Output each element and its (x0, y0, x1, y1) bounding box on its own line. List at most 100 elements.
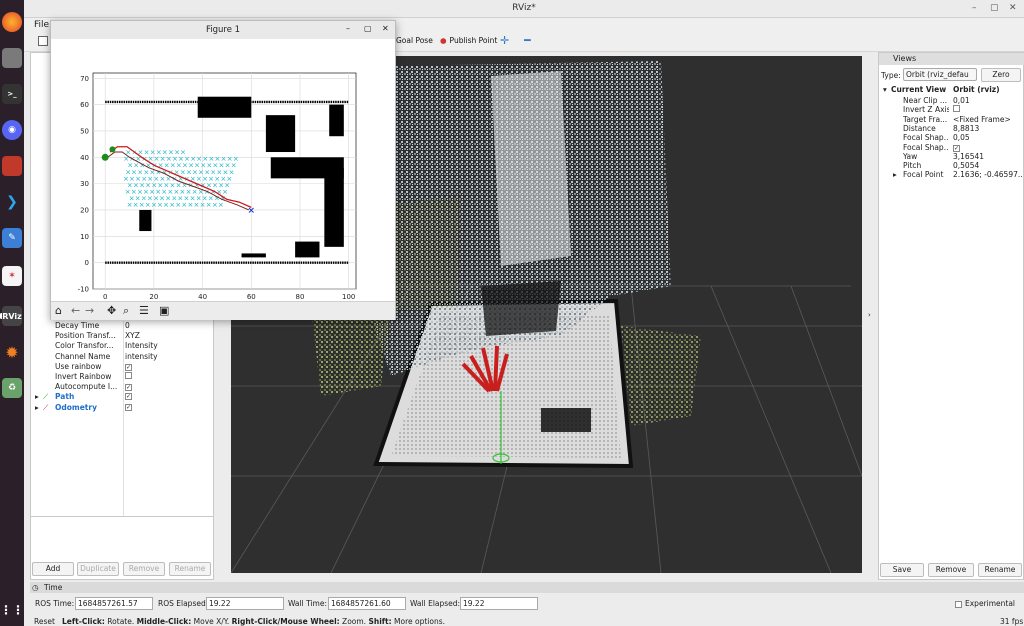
interact-tool-icon[interactable] (38, 36, 48, 46)
property-checkbox[interactable]: ✓ (125, 363, 132, 371)
explored-node: × (168, 149, 174, 157)
save-view-button[interactable]: Save (880, 563, 924, 577)
view-property-row[interactable]: Focal Shap... 0,05 (879, 133, 1024, 142)
wall-elapsed-field[interactable]: 19.22 (460, 597, 538, 610)
expand-arrow-icon[interactable]: ▸ (35, 403, 39, 412)
back-icon[interactable]: ← (71, 304, 80, 317)
view-property-row[interactable]: Pitch 0,5054 (879, 161, 1024, 170)
figure-minimize-icon[interactable]: – (346, 24, 350, 33)
property-value[interactable]: ✓ (125, 382, 132, 392)
show-apps-icon[interactable]: ⋮⋮ (0, 600, 24, 620)
expand-arrow-icon[interactable]: ▸ (35, 392, 39, 401)
close-icon[interactable]: ✕ (1009, 3, 1017, 13)
obstacle (265, 115, 296, 153)
remove-tool-icon[interactable]: ━ (524, 34, 531, 47)
figure-toolbar: ⌂ ← → ✥ ⌕ ☰ ▣ (51, 301, 395, 320)
property-label: Invert Rainbow (55, 372, 112, 381)
pan-icon[interactable]: ✥ (107, 304, 116, 317)
app-red-icon[interactable] (2, 156, 22, 176)
text-editor-icon[interactable]: ✎ (2, 228, 22, 248)
display-checkbox[interactable]: ✓ (125, 393, 132, 401)
path-plot: 0 20 40 60 80 100-10010203040506070× × × × × × × × × ×… (78, 72, 357, 301)
reset-button[interactable]: Reset (34, 617, 55, 626)
add-tool-icon[interactable]: ✛ (500, 34, 509, 47)
figure-window[interactable]: Figure 1 – ▢ ✕ 0 20 40 60 80 100 -10 0 10 20 30 40 5… (50, 20, 396, 320)
view-property-label: Target Fra... (903, 114, 948, 124)
property-value[interactable]: XYZ (125, 331, 140, 340)
property-value[interactable]: Intensity (125, 341, 158, 350)
vscode-icon[interactable]: ❯ (2, 192, 22, 212)
file-menu[interactable]: File (34, 20, 49, 30)
view-property-value[interactable]: 8,8813 (953, 124, 1023, 133)
view-property-value[interactable]: 0,05 (953, 133, 1023, 142)
view-property-checkbox[interactable]: ✓ (953, 144, 960, 152)
goal-pose-tool[interactable]: Goal Pose (396, 36, 433, 45)
ros-time-field[interactable]: 1684857261.57 (75, 597, 153, 610)
view-property-value[interactable] (953, 105, 1023, 114)
rviz-icon[interactable]: RViz (2, 306, 22, 326)
display-label: Path (55, 392, 75, 402)
view-property-row[interactable]: Distance 8,8813 (879, 124, 1024, 133)
rename-display-button[interactable]: Rename (169, 562, 211, 576)
minimize-icon[interactable]: – (972, 3, 977, 13)
view-property-value[interactable]: 0,01 (953, 96, 1023, 105)
expand-arrow-icon[interactable]: ▸ (893, 170, 897, 179)
remove-display-button[interactable]: Remove (123, 562, 165, 576)
discord-icon[interactable]: ◉ (2, 120, 22, 140)
explored-node: × (180, 149, 186, 157)
display-checkbox[interactable]: ✓ (125, 403, 132, 411)
view-property-row[interactable]: Focal Shap... ✓ (879, 143, 1024, 152)
view-property-checkbox[interactable] (953, 105, 960, 113)
obstacle (197, 96, 252, 118)
ros-elapsed-field[interactable]: 19.22 (206, 597, 284, 610)
view-property-row[interactable]: Yaw 3,16541 (879, 152, 1024, 161)
publish-point-tool[interactable]: ● Publish Point (440, 36, 497, 45)
add-display-button[interactable]: Add (32, 562, 74, 576)
view-property-value[interactable]: 3,16541 (953, 152, 1023, 161)
property-value[interactable] (125, 372, 132, 381)
view-property-value[interactable]: <Fixed Frame> (953, 115, 1023, 124)
figure-maximize-icon[interactable]: ▢ (364, 24, 372, 33)
maximize-icon[interactable]: ▢ (990, 3, 999, 13)
view-property-row[interactable]: Target Fra... <Fixed Frame> (879, 115, 1024, 124)
property-checkbox[interactable]: ✓ (125, 384, 132, 392)
property-checkbox[interactable] (125, 372, 132, 379)
rename-view-button[interactable]: Rename (978, 563, 1022, 577)
publish-point-label: Publish Point (449, 36, 498, 45)
terminal-icon[interactable]: >_ (2, 84, 22, 104)
remove-view-button[interactable]: Remove (928, 563, 974, 577)
view-property-row[interactable]: Invert Z Axis (879, 105, 1024, 114)
experimental-checkbox[interactable] (955, 601, 962, 608)
explored-node: × (221, 155, 227, 163)
tool-icon[interactable]: ✶ (2, 266, 22, 286)
explored-node: × (215, 155, 221, 163)
wall-time-field[interactable]: 1684857261.60 (328, 597, 406, 610)
property-value[interactable]: 0 (125, 321, 130, 330)
home-icon[interactable]: ⌂ (55, 304, 62, 317)
property-value[interactable]: intensity (125, 352, 158, 361)
view-property-label: Yaw (903, 151, 918, 161)
trash-icon[interactable]: ♻ (2, 378, 22, 398)
figure-close-icon[interactable]: ✕ (382, 24, 389, 33)
collapse-arrow-icon[interactable]: › (868, 311, 871, 319)
expand-arrow-icon[interactable]: ▾ (883, 85, 887, 94)
firefox-icon[interactable] (2, 12, 22, 32)
app-dock: >_ ◉ ❯ ✎ ✶ RViz ✹ ♻ ⋮⋮ (0, 0, 24, 626)
settings-gear-icon[interactable]: ✹ (2, 342, 22, 362)
zero-button[interactable]: Zero (981, 68, 1021, 82)
zoom-icon[interactable]: ⌕ (123, 304, 129, 318)
y-tick-label: 0 (85, 259, 89, 267)
view-property-value[interactable]: 2.1636; -0.46597... (953, 170, 1023, 179)
view-property-row[interactable]: ▸ Focal Point 2.1636; -0.46597... (879, 170, 1024, 179)
view-property-row[interactable]: Near Clip ... 0,01 (879, 96, 1024, 105)
view-property-value[interactable]: ✓ (953, 143, 1023, 152)
panel-splitter[interactable]: › (866, 56, 876, 573)
save-figure-icon[interactable]: ▣ (159, 304, 169, 317)
duplicate-display-button[interactable]: Duplicate (77, 562, 119, 576)
property-value[interactable]: ✓ (125, 362, 132, 371)
view-type-select[interactable]: Orbit (rviz_defau (903, 68, 977, 81)
view-property-value[interactable]: 0,5054 (953, 161, 1023, 170)
forward-icon[interactable]: → (85, 304, 94, 317)
files-icon[interactable] (2, 48, 22, 68)
configure-icon[interactable]: ☰ (139, 304, 149, 317)
